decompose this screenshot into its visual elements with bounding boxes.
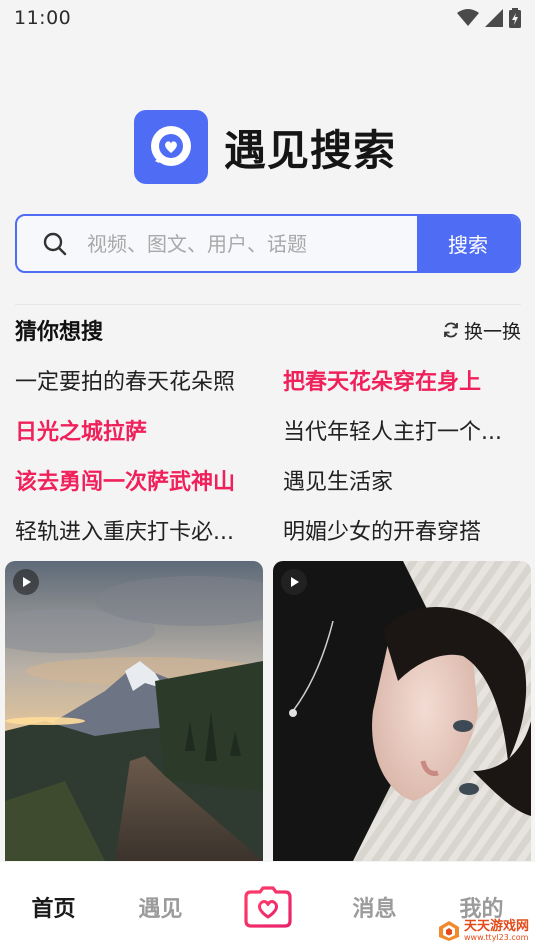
brand-header: 遇见搜索 xyxy=(134,110,396,184)
tab-messages[interactable]: 消息 xyxy=(321,891,428,923)
suggestion-item[interactable]: 当代年轻人主打一个... xyxy=(283,408,525,458)
status-time: 11:00 xyxy=(14,7,72,29)
play-icon xyxy=(13,569,39,595)
status-icons xyxy=(457,8,521,28)
suggestion-item[interactable]: 轻轨进入重庆打卡必... xyxy=(15,508,283,558)
search-icon xyxy=(43,232,67,255)
suggestion-item[interactable]: 遇见生活家 xyxy=(283,458,525,508)
tab-profile[interactable]: 我的 xyxy=(428,891,535,923)
suggestion-item[interactable]: 一定要拍的春天花朵照 xyxy=(15,358,283,408)
refresh-label: 换一换 xyxy=(463,320,521,343)
heart-chat-icon xyxy=(134,110,208,184)
suggestion-item[interactable]: 明媚少女的开春穿搭 xyxy=(283,508,525,558)
camera-heart-icon xyxy=(243,885,292,928)
watermark-text: 天天游戏网 xyxy=(463,919,529,934)
refresh-button[interactable]: 换一换 xyxy=(442,317,521,344)
suggestion-item[interactable]: 该去勇闯一次萨武神山 xyxy=(15,458,283,508)
suggestions-header: 猜你想搜 换一换 xyxy=(15,314,521,346)
suggestions-list: 一定要拍的春天花朵照 把春天花朵穿在身上 日光之城拉萨 当代年轻人主打一个...… xyxy=(15,358,525,558)
play-icon xyxy=(281,569,307,595)
watermark-logo-icon xyxy=(438,921,459,941)
video-card-portrait[interactable] xyxy=(273,561,531,861)
mountain-trail-image xyxy=(5,561,263,861)
signal-icon xyxy=(485,9,503,27)
tab-publish[interactable] xyxy=(214,885,321,928)
app-title: 遇见搜索 xyxy=(224,125,397,175)
video-card-mountain[interactable] xyxy=(5,561,263,861)
search-field-wrap[interactable] xyxy=(17,216,417,271)
content-feed xyxy=(5,561,531,861)
tab-home[interactable]: 首页 xyxy=(0,891,107,923)
search-button[interactable]: 搜索 xyxy=(417,216,519,271)
battery-icon xyxy=(509,8,521,28)
portrait-image xyxy=(273,561,531,861)
watermark-text-block: 天天游戏网 www.ttyl23.com xyxy=(464,920,529,942)
watermark-url: www.ttyl23.com xyxy=(463,933,529,942)
wifi-icon xyxy=(457,9,479,26)
status-bar: 11:00 xyxy=(0,0,535,36)
watermark: 天天游戏网 www.ttyl23.com xyxy=(437,919,529,943)
suggestion-item[interactable]: 把春天花朵穿在身上 xyxy=(283,358,525,408)
tab-encounter[interactable]: 遇见 xyxy=(107,891,214,923)
suggestions-title: 猜你想搜 xyxy=(15,320,104,345)
divider xyxy=(15,304,521,305)
refresh-icon xyxy=(444,322,458,338)
search-input[interactable] xyxy=(87,231,367,256)
suggestion-item[interactable]: 日光之城拉萨 xyxy=(15,408,283,458)
search-bar: 搜索 xyxy=(15,214,521,273)
